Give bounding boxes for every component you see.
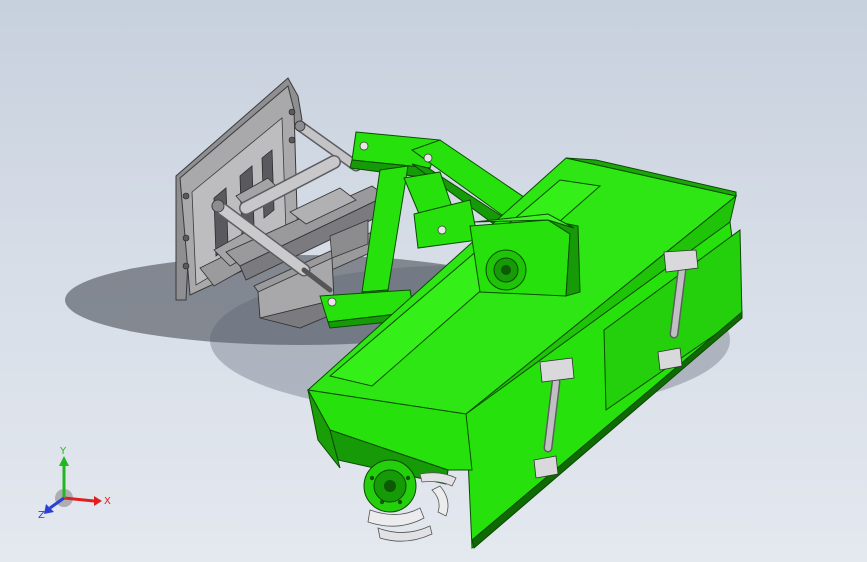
graphics-viewport[interactable]: X Y Z: [0, 0, 867, 562]
side-drive-flange: [363, 459, 417, 513]
x-axis-label: X: [104, 496, 111, 507]
tiller-3d-model[interactable]: [0, 0, 867, 562]
z-axis-label: Z: [38, 510, 45, 520]
y-axis-label: Y: [59, 446, 67, 457]
gearbox-flange: [485, 249, 527, 291]
coordinate-triad[interactable]: X Y Z: [36, 444, 116, 520]
